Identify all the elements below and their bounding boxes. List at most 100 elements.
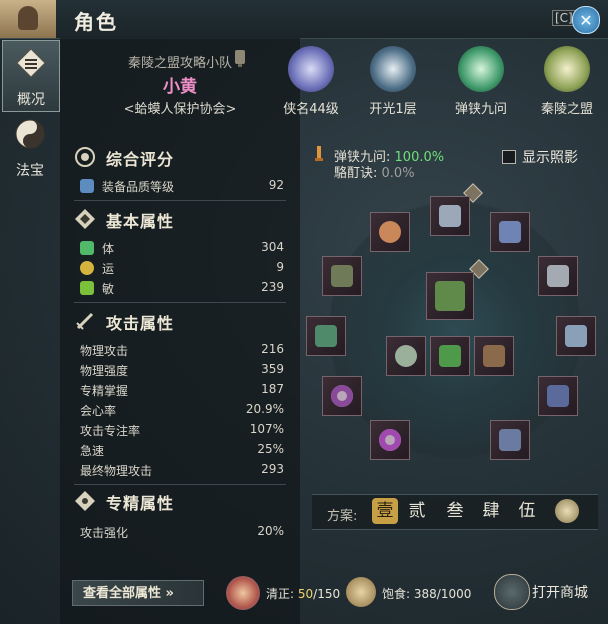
cleanse-value: 清正: 50/150 bbox=[266, 585, 340, 602]
slot-bracer[interactable] bbox=[538, 256, 578, 296]
shop-icon[interactable] bbox=[494, 574, 530, 610]
portrait-icon bbox=[0, 0, 56, 38]
row-value: 92 bbox=[268, 178, 284, 192]
stat-row: 敏 239 bbox=[80, 280, 284, 298]
cleanse-label: 清正: bbox=[266, 587, 295, 601]
whip-icon bbox=[439, 205, 461, 227]
stat-row: 攻击强化 20% bbox=[80, 524, 284, 542]
view-all-attributes-button[interactable]: 查看全部属性 » bbox=[72, 580, 204, 606]
constitution-icon bbox=[80, 241, 94, 255]
divider bbox=[74, 200, 286, 201]
stat-row: 体 304 bbox=[80, 240, 284, 258]
plan-settings-icon[interactable] bbox=[555, 499, 579, 523]
cleanse-current: 50 bbox=[297, 587, 314, 601]
plan-option-5[interactable]: 伍 bbox=[514, 498, 540, 524]
team-name: 秦陵之盟攻略小队 bbox=[127, 56, 232, 71]
satiety-value: 饱食: 388/1000 bbox=[382, 585, 471, 602]
stat-row: 物理强度 359 bbox=[80, 362, 284, 380]
slot-boots[interactable] bbox=[490, 420, 530, 460]
satiety-label: 饱食: bbox=[382, 587, 411, 601]
slot-pendant[interactable] bbox=[306, 316, 346, 356]
tab-overview[interactable]: 概况 bbox=[2, 40, 60, 112]
bowl-icon bbox=[395, 345, 417, 367]
attack-attributes-icon bbox=[76, 312, 94, 330]
bracer-icon bbox=[547, 265, 569, 287]
sword-emblem-icon bbox=[458, 46, 504, 92]
slot-ring-1[interactable] bbox=[322, 376, 362, 416]
overall-score-title: 综合评分 bbox=[106, 150, 175, 169]
amulet-icon bbox=[331, 265, 353, 287]
slot-necklace[interactable] bbox=[370, 212, 410, 252]
badge-label: 侠名44级 bbox=[283, 102, 339, 117]
row-value: 304 bbox=[261, 240, 284, 254]
armor-icon bbox=[499, 221, 521, 243]
badge-nine-questions[interactable]: 弹铗九问 bbox=[452, 46, 510, 120]
main-weapon-icon bbox=[435, 281, 465, 311]
slot-belt[interactable] bbox=[556, 316, 596, 356]
badge-label: 弹铗九问 bbox=[454, 102, 507, 117]
plan-option-1[interactable]: 壹 bbox=[372, 498, 398, 524]
row-label: 物理强度 bbox=[80, 364, 129, 378]
plan-option-4[interactable]: 肆 bbox=[478, 498, 504, 524]
row-value: 187 bbox=[261, 382, 284, 396]
slot-pants[interactable] bbox=[538, 376, 578, 416]
slot-ring-2[interactable] bbox=[370, 420, 410, 460]
food-bowl-icon bbox=[346, 577, 376, 607]
show-glow-checkbox[interactable] bbox=[502, 150, 516, 164]
pendant-icon bbox=[315, 325, 337, 347]
plan-option-3[interactable]: 叁 bbox=[442, 498, 468, 524]
plan-option-2[interactable]: 贰 bbox=[404, 498, 430, 524]
equipment-wheel bbox=[330, 200, 580, 460]
ring-icon bbox=[331, 385, 353, 407]
stat-row: 专精掌握 187 bbox=[80, 382, 284, 400]
set-bonus-anti: 駱酊诀: 0.0% bbox=[334, 162, 415, 181]
row-label: 攻击专注率 bbox=[80, 424, 141, 438]
slot-charm[interactable] bbox=[430, 336, 470, 376]
row-label: 装备品质等级 bbox=[102, 180, 175, 194]
team-quill-icon bbox=[235, 50, 245, 67]
row-value: 9 bbox=[276, 260, 284, 274]
charm-icon bbox=[439, 345, 461, 367]
button-label: 查看全部属性 bbox=[83, 586, 162, 601]
stat-row: 会心率 20.9% bbox=[80, 402, 284, 420]
bonus-value: 0.0% bbox=[381, 166, 415, 181]
tab-magic-treasure[interactable]: 法宝 bbox=[2, 112, 58, 182]
cleanse-icon bbox=[226, 576, 260, 610]
luck-icon bbox=[80, 261, 94, 275]
divider bbox=[74, 484, 286, 485]
mastery-attributes-icon bbox=[75, 491, 95, 511]
badge-hero-level[interactable]: 侠名44级 bbox=[282, 46, 340, 120]
slot-bowl[interactable] bbox=[386, 336, 426, 376]
slot-main-weapon[interactable] bbox=[426, 272, 474, 320]
badge-enlightenment[interactable]: 开光1层 bbox=[364, 46, 422, 120]
boots-icon bbox=[499, 429, 521, 451]
slot-amulet[interactable] bbox=[322, 256, 362, 296]
row-label: 物理攻击 bbox=[80, 344, 129, 358]
arrow-right-icon: » bbox=[165, 586, 174, 601]
open-shop-button[interactable]: 打开商城 bbox=[532, 582, 588, 602]
row-label: 运 bbox=[102, 262, 115, 276]
slot-weapon[interactable] bbox=[430, 196, 470, 236]
row-value: 20% bbox=[257, 524, 284, 538]
ring-icon bbox=[379, 429, 401, 451]
basic-attributes-icon bbox=[75, 209, 95, 229]
stat-row: 最终物理攻击 293 bbox=[80, 462, 284, 480]
plan-label: 方案: bbox=[327, 509, 358, 524]
close-icon: ✕ bbox=[579, 10, 593, 30]
close-button[interactable]: ✕ bbox=[572, 6, 600, 34]
guild-name: <蛤蟆人保护协会> bbox=[123, 102, 237, 117]
pants-icon bbox=[547, 385, 569, 407]
row-label: 攻击强化 bbox=[80, 526, 129, 540]
necklace-icon bbox=[379, 221, 401, 243]
satiety-number: 388/1000 bbox=[413, 587, 472, 601]
basic-attributes-title: 基本属性 bbox=[106, 212, 175, 231]
alliance-emblem-icon bbox=[544, 46, 590, 92]
slot-mount[interactable] bbox=[474, 336, 514, 376]
row-value: 107% bbox=[249, 422, 284, 436]
row-value: 20.9% bbox=[245, 402, 284, 416]
show-glow-label[interactable]: 显示照影 bbox=[522, 147, 578, 167]
character-name: 小黄 bbox=[163, 77, 197, 97]
slot-chest[interactable] bbox=[490, 212, 530, 252]
stat-row: 运 9 bbox=[80, 260, 284, 278]
badge-qinling-alliance[interactable]: 秦陵之盟 bbox=[538, 46, 596, 120]
